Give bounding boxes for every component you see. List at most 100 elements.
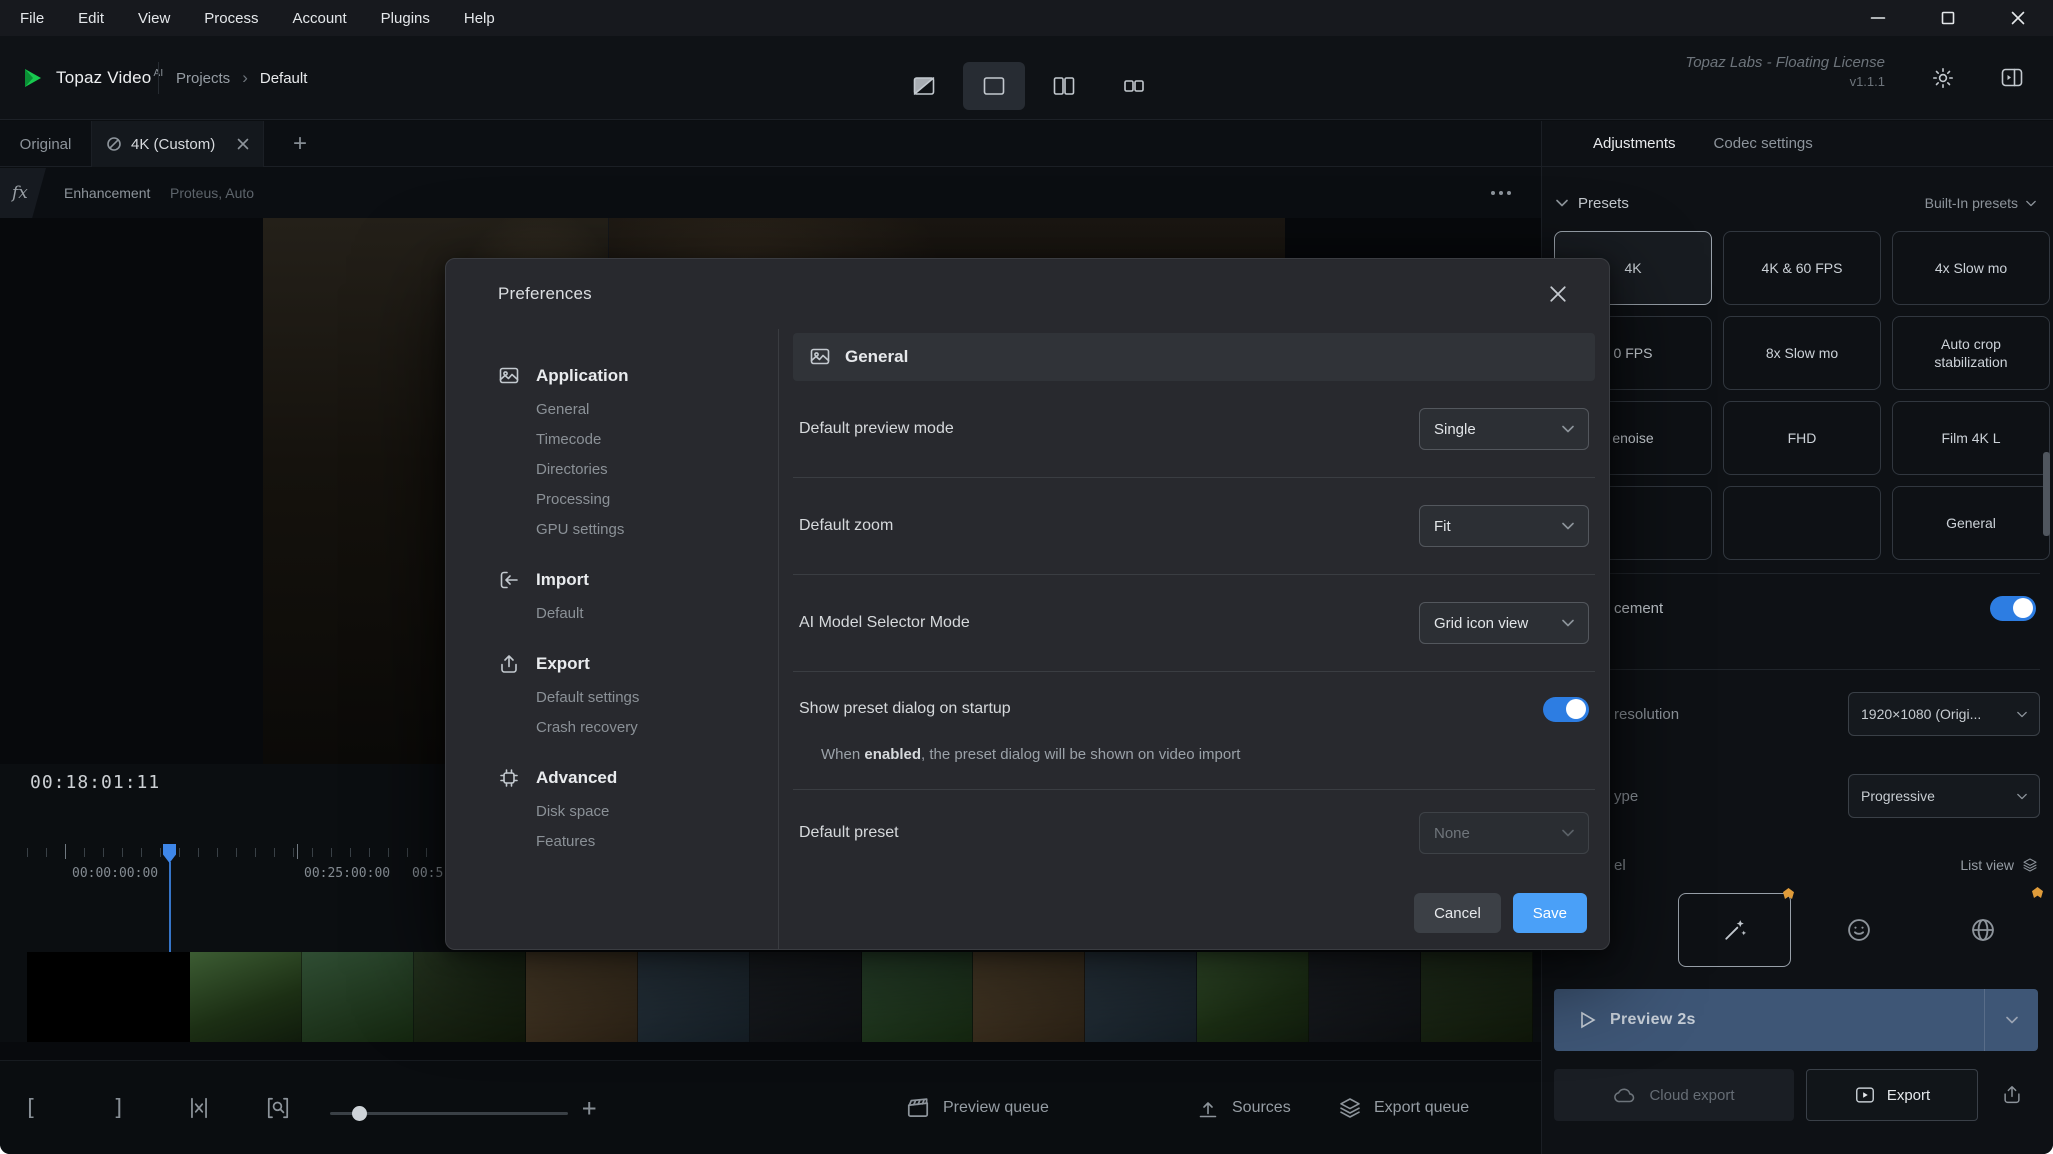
sources-button[interactable]: Sources xyxy=(1196,1061,1291,1154)
license-version: v1.1.1 xyxy=(1685,74,1885,89)
save-button[interactable]: Save xyxy=(1513,893,1587,933)
zoom-tool-button[interactable] xyxy=(264,1061,292,1154)
preset-tile[interactable]: Film 4K L xyxy=(1892,401,2050,475)
nav-item-disk-space[interactable]: Disk space xyxy=(536,797,778,827)
panel-scrollbar[interactable] xyxy=(2043,452,2050,536)
preset-tile[interactable]: FHD xyxy=(1723,401,1881,475)
nav-application[interactable]: Application xyxy=(498,363,778,389)
nav-item-crash-recovery[interactable]: Crash recovery xyxy=(536,713,778,743)
add-tab-button[interactable]: + xyxy=(278,121,322,167)
preview-queue-button[interactable]: Preview queue xyxy=(905,1061,1049,1154)
zoom-in-button[interactable]: + xyxy=(582,1061,596,1154)
view-split-button[interactable] xyxy=(1033,62,1095,110)
nav-item-import-default[interactable]: Default xyxy=(536,599,778,629)
tab-codec-settings[interactable]: Codec settings xyxy=(1714,135,1813,152)
default-preset-dropdown[interactable]: None xyxy=(1419,812,1589,854)
tab-original[interactable]: Original xyxy=(0,121,92,167)
trim-button[interactable] xyxy=(186,1061,212,1154)
tab-adjustments[interactable]: Adjustments xyxy=(1593,135,1676,152)
filmstrip-thumbnail xyxy=(526,952,638,1042)
dialog-close-button[interactable] xyxy=(1541,277,1575,311)
export-queue-button[interactable]: Export queue xyxy=(1338,1061,1469,1154)
menu-plugins[interactable]: Plugins xyxy=(375,10,436,27)
chevron-down-icon xyxy=(1562,829,1574,837)
minimize-button[interactable] xyxy=(1843,0,1913,36)
nav-import[interactable]: Import xyxy=(498,567,778,593)
view-single-button[interactable] xyxy=(963,62,1025,110)
model-tile-selected[interactable] xyxy=(1678,893,1791,967)
nav-item-default-settings[interactable]: Default settings xyxy=(536,683,778,713)
chevron-down-icon xyxy=(2006,1016,2018,1024)
scan-type-dropdown[interactable]: Progressive xyxy=(1848,774,2040,818)
setting-row-default-preset: Default preset None xyxy=(793,790,1595,876)
playhead-handle[interactable] xyxy=(163,844,176,863)
tab-close-button[interactable] xyxy=(237,138,249,150)
preset-tile[interactable]: 4K & 60 FPS xyxy=(1723,231,1881,305)
default-zoom-dropdown[interactable]: Fit xyxy=(1419,505,1589,547)
export-button[interactable]: Export xyxy=(1806,1069,1978,1121)
nav-group-application: Application General Timecode Directories… xyxy=(498,363,778,545)
model-tile[interactable] xyxy=(1802,893,1915,967)
set-in-point-button[interactable]: [ xyxy=(24,1061,37,1154)
menu-edit[interactable]: Edit xyxy=(72,10,110,27)
set-out-point-button[interactable]: ] xyxy=(112,1061,125,1154)
zoom-slider-knob[interactable] xyxy=(352,1106,367,1121)
preview-mode-dropdown[interactable]: Single xyxy=(1419,408,1589,450)
timeline-filmstrip[interactable] xyxy=(27,952,1533,1042)
menu-account[interactable]: Account xyxy=(286,10,352,27)
nav-item-timecode[interactable]: Timecode xyxy=(536,425,778,455)
preset-tile[interactable]: 8x Slow mo xyxy=(1723,316,1881,390)
preset-dialog-toggle[interactable] xyxy=(1543,697,1589,722)
enhancement-toggle[interactable] xyxy=(1990,596,2036,621)
menu-help[interactable]: Help xyxy=(458,10,501,27)
presets-collapse-toggle[interactable]: Presets xyxy=(1542,195,1629,212)
preset-tile[interactable] xyxy=(1723,486,1881,560)
settings-button[interactable] xyxy=(1921,56,1965,100)
panel-divider xyxy=(1554,669,2040,670)
preview-options-dropdown[interactable] xyxy=(1984,989,2038,1051)
tab-4k-custom[interactable]: 4K (Custom) xyxy=(92,121,264,167)
preset-tile[interactable]: Auto crop stabilization xyxy=(1892,316,2050,390)
preview-2s-button[interactable]: Preview 2s xyxy=(1554,989,2038,1051)
preview-tab-bar: Original 4K (Custom) + xyxy=(0,121,1541,167)
nav-item-gpu-settings[interactable]: GPU settings xyxy=(536,515,778,545)
nav-export[interactable]: Export xyxy=(498,651,778,677)
ruler-label: 00:5 xyxy=(412,866,443,881)
breadcrumb-projects[interactable]: Projects xyxy=(176,70,230,87)
model-selector-mode-dropdown[interactable]: Grid icon view xyxy=(1419,602,1589,644)
preset-tile[interactable]: General xyxy=(1892,486,2050,560)
toggle-panel-button[interactable] xyxy=(1987,56,2037,100)
enhancement-filter-label: Enhancement xyxy=(64,185,150,201)
view-mode-group xyxy=(893,62,1165,110)
maximize-button[interactable] xyxy=(1913,0,1983,36)
cloud-icon xyxy=(1613,1085,1637,1105)
preset-tile[interactable]: 4x Slow mo xyxy=(1892,231,2050,305)
close-icon xyxy=(2010,10,2026,26)
section-header-general: General xyxy=(793,333,1595,381)
cancel-button[interactable]: Cancel xyxy=(1414,893,1501,933)
model-view-switch[interactable]: List view xyxy=(1960,857,2038,873)
toggle-knob xyxy=(2013,598,2033,618)
gear-icon xyxy=(1931,66,1955,90)
nav-item-features[interactable]: Features xyxy=(536,827,778,857)
filter-more-button[interactable] xyxy=(1491,191,1511,195)
topaz-logo-icon xyxy=(20,65,46,91)
nav-item-directories[interactable]: Directories xyxy=(536,455,778,485)
share-export-button[interactable] xyxy=(1985,1069,2039,1121)
globe-icon xyxy=(1969,916,1997,944)
model-tile[interactable] xyxy=(1926,893,2039,967)
nav-advanced[interactable]: Advanced xyxy=(498,765,778,791)
chevron-down-icon xyxy=(1562,522,1574,530)
menu-view[interactable]: View xyxy=(132,10,176,27)
cloud-export-button[interactable]: Cloud export xyxy=(1554,1069,1794,1121)
close-window-button[interactable] xyxy=(1983,0,2053,36)
resolution-dropdown[interactable]: 1920×1080 (Origi... xyxy=(1848,692,2040,736)
presets-filter-dropdown[interactable]: Built-In presets xyxy=(1925,195,2053,211)
view-compare-button[interactable] xyxy=(893,62,955,110)
menu-file[interactable]: File xyxy=(14,10,50,27)
nav-item-general[interactable]: General xyxy=(536,395,778,425)
nav-item-processing[interactable]: Processing xyxy=(536,485,778,515)
view-side-by-side-button[interactable] xyxy=(1103,62,1165,110)
menu-process[interactable]: Process xyxy=(198,10,264,27)
timeline-zoom-slider[interactable] xyxy=(330,1112,568,1115)
